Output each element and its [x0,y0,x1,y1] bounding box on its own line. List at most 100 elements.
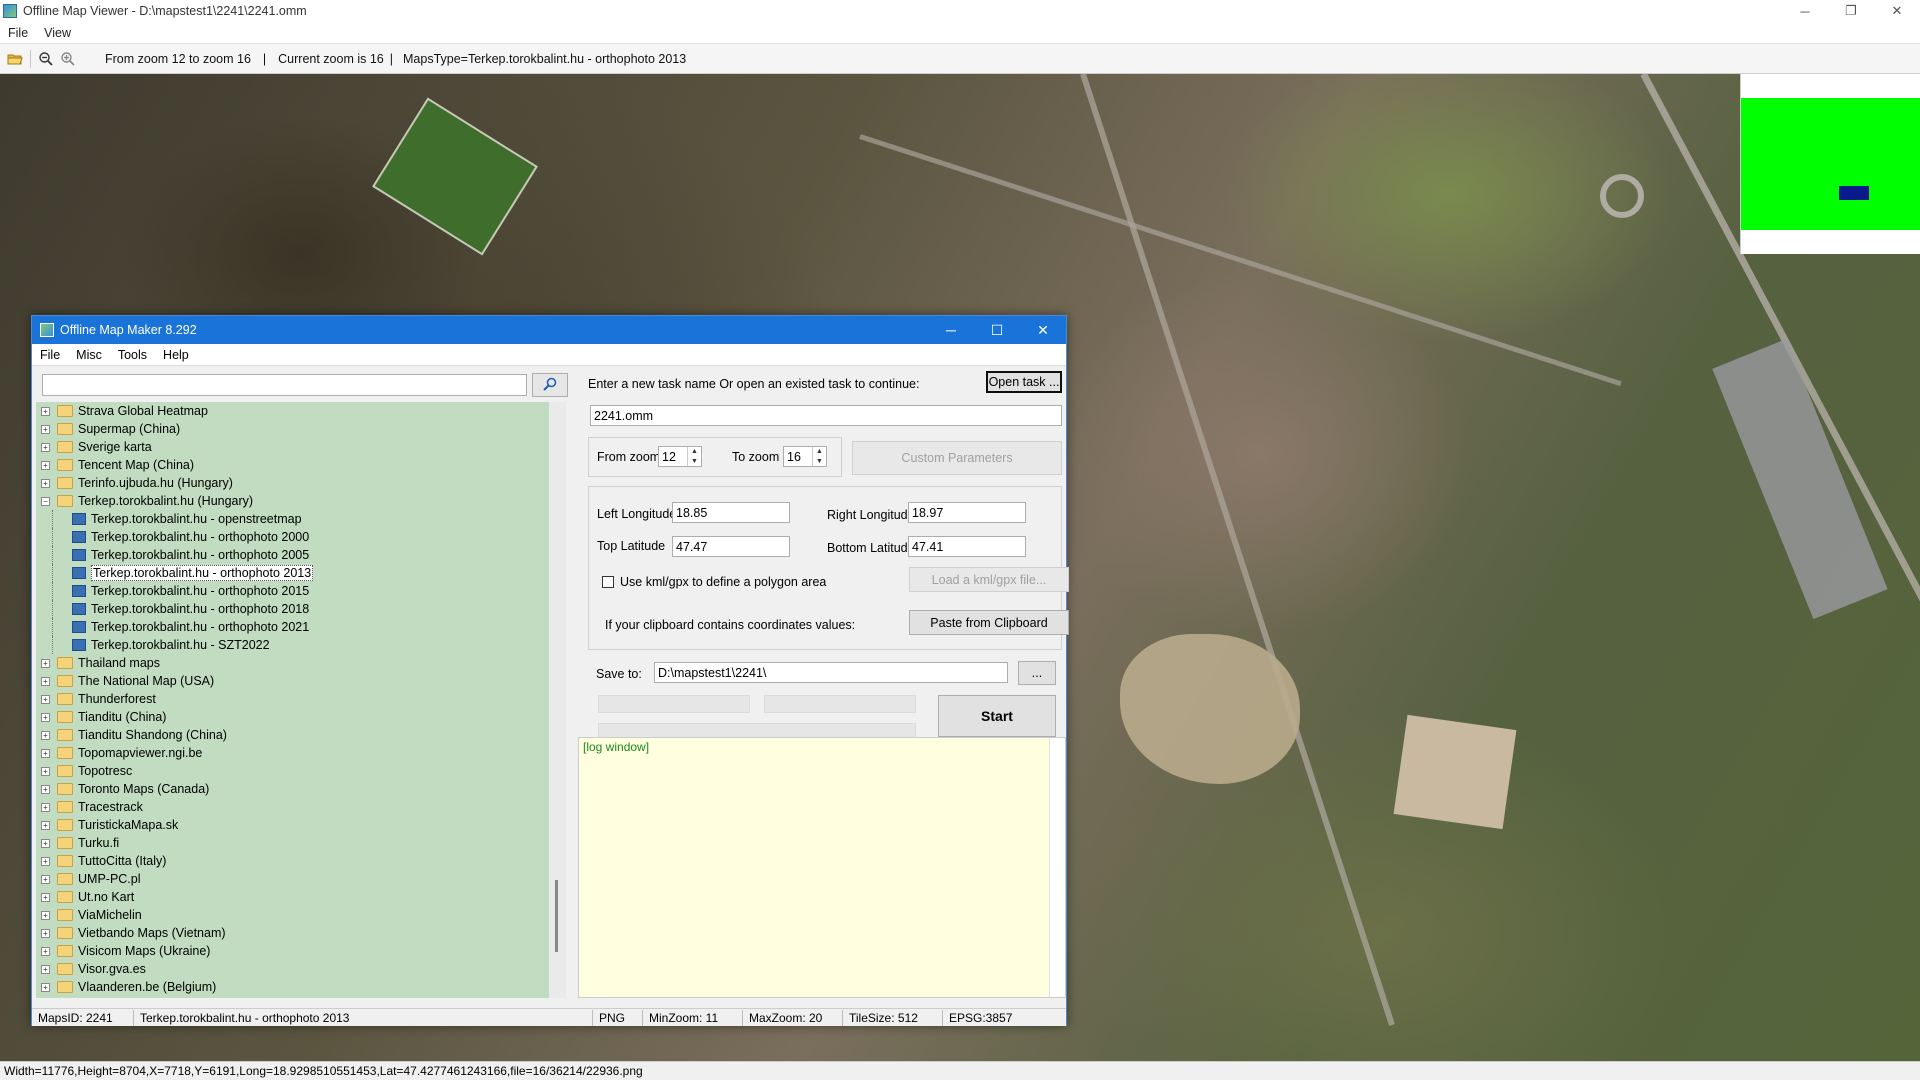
restore-button[interactable]: ❐ [1828,0,1874,22]
tree-folder-item[interactable]: + Topotresc [36,762,566,780]
tree-folder-item[interactable]: + TuristickaMapa.sk [36,816,566,834]
expand-icon[interactable]: + [41,442,50,452]
tree-folder-item[interactable]: + Tianditu (China) [36,708,566,726]
expand-icon[interactable]: + [41,982,50,992]
expand-icon[interactable]: + [41,928,50,938]
from-zoom-spinner[interactable]: 12 ▲ ▼ [658,446,702,467]
top-latitude-input[interactable]: 47.47 [672,536,790,557]
expand-icon[interactable]: + [41,478,50,488]
tree-folder-item[interactable]: + The National Map (USA) [36,672,566,690]
tree-map-item[interactable]: Terkep.torokbalint.hu - orthophoto 2021 [36,618,566,636]
spin-down-icon[interactable]: ▼ [813,457,826,467]
open-folder-icon[interactable] [4,48,26,70]
tree-map-item[interactable]: Terkep.torokbalint.hu - openstreetmap [36,510,566,528]
task-name-input[interactable]: 2241.omm [590,405,1062,426]
expand-icon[interactable]: + [41,856,50,866]
tree-folder-item[interactable]: + UMP-PC.pl [36,870,566,888]
expand-icon[interactable]: + [41,838,50,848]
tree-folder-item[interactable]: + Sverige karta [36,438,566,456]
expand-icon[interactable]: + [41,748,50,758]
kml-polygon-checkbox[interactable] [602,576,614,588]
tree-folder-item[interactable]: + Thailand maps [36,654,566,672]
spin-up-icon[interactable]: ▲ [813,447,826,457]
tree-folder-item[interactable]: + Ut.no Kart [36,888,566,906]
dialog-menu-misc[interactable]: Misc [68,348,110,362]
dialog-menu-help[interactable]: Help [155,348,197,362]
expand-icon[interactable]: + [41,406,50,416]
map-search-input[interactable] [42,374,527,396]
expand-icon[interactable]: + [41,820,50,830]
tree-map-item[interactable]: Terkep.torokbalint.hu - orthophoto 2018 [36,600,566,618]
tree-map-item[interactable]: Terkep.torokbalint.hu - orthophoto 2015 [36,582,566,600]
expand-icon[interactable]: + [41,874,50,884]
tree-folder-item[interactable]: − Terkep.torokbalint.hu (Hungary) [36,492,566,510]
tree-folder-item[interactable]: + Vietbando Maps (Vietnam) [36,924,566,942]
to-zoom-arrows[interactable]: ▲ ▼ [812,447,826,466]
expand-icon[interactable]: + [41,712,50,722]
tree-folder-item[interactable]: + TuttoCitta (Italy) [36,852,566,870]
tree-map-item[interactable]: Terkep.torokbalint.hu - orthophoto 2013 [36,564,566,582]
bottom-latitude-input[interactable]: 47.41 [908,536,1026,557]
load-kml-button[interactable]: Load a kml/gpx file... [909,567,1069,592]
tree-scrollbar-thumb[interactable] [555,880,558,952]
expand-icon[interactable]: + [41,658,50,668]
expand-icon[interactable]: + [41,424,50,434]
tree-map-item[interactable]: Terkep.torokbalint.hu - SZT2022 [36,636,566,654]
expand-icon[interactable]: + [41,910,50,920]
tree-folder-item[interactable]: + Tracestrack [36,798,566,816]
map-source-tree[interactable]: + Strava Global Heatmap + Supermap (China) +… [36,402,566,998]
tree-folder-item[interactable]: + Visor.gva.es [36,960,566,978]
search-button[interactable] [532,373,568,397]
zoom-in-icon[interactable] [57,48,79,70]
expand-icon[interactable]: + [41,892,50,902]
log-window[interactable]: [log window] [578,737,1066,998]
tree-folder-item[interactable]: + Terinfo.ujbuda.hu (Hungary) [36,474,566,492]
tree-map-item[interactable]: Terkep.torokbalint.hu - orthophoto 2000 [36,528,566,546]
tree-folder-item[interactable]: + Topomapviewer.ngi.be [36,744,566,762]
right-longitude-input[interactable]: 18.97 [908,502,1026,523]
expand-icon[interactable]: + [41,694,50,704]
dialog-menu-tools[interactable]: Tools [110,348,155,362]
minimize-button[interactable]: ─ [1782,0,1828,22]
expand-icon[interactable]: + [41,676,50,686]
tree-folder-item[interactable]: + Vlaanderen.be (Belgium) [36,978,566,996]
browse-folder-button[interactable]: ... [1018,661,1056,685]
tree-folder-item[interactable]: + Strava Global Heatmap [36,402,566,420]
expand-icon[interactable]: + [41,730,50,740]
tree-folder-item[interactable]: + Visicom Maps (Ukraine) [36,942,566,960]
menu-file[interactable]: File [0,26,36,40]
log-scrollbar[interactable] [1049,738,1065,997]
tree-folder-item[interactable]: + Supermap (China) [36,420,566,438]
save-path-input[interactable]: D:\mapstest1\2241\ [654,662,1008,683]
tree-folder-item[interactable]: + Turku.fi [36,834,566,852]
overview-minimap[interactable] [1740,74,1920,254]
tree-folder-item[interactable]: + Toronto Maps (Canada) [36,780,566,798]
custom-parameters-button[interactable]: Custom Parameters [852,441,1062,475]
to-zoom-spinner[interactable]: 16 ▲ ▼ [783,446,827,467]
close-button[interactable]: ✕ [1874,0,1920,22]
dialog-minimize-button[interactable]: ─ [928,316,974,344]
expand-icon[interactable]: + [41,784,50,794]
expand-icon[interactable]: + [41,460,50,470]
tree-map-item[interactable]: Terkep.torokbalint.hu - orthophoto 2005 [36,546,566,564]
zoom-out-icon[interactable] [35,48,57,70]
tree-folder-item[interactable]: + Tianditu Shandong (China) [36,726,566,744]
tree-scrollbar[interactable] [549,402,566,998]
paste-clipboard-button[interactable]: Paste from Clipboard [909,610,1069,635]
tree-folder-item[interactable]: + Tencent Map (China) [36,456,566,474]
collapse-icon[interactable]: − [41,496,50,506]
start-button[interactable]: Start [938,695,1056,737]
expand-icon[interactable]: + [41,766,50,776]
dialog-maximize-button[interactable]: ☐ [974,316,1020,344]
open-task-button[interactable]: Open task ... [986,371,1062,393]
dialog-close-button[interactable]: ✕ [1020,316,1066,344]
spin-down-icon[interactable]: ▼ [688,457,701,467]
expand-icon[interactable]: + [41,802,50,812]
tree-folder-item[interactable]: + ViaMichelin [36,906,566,924]
spin-up-icon[interactable]: ▲ [688,447,701,457]
expand-icon[interactable]: + [41,964,50,974]
tree-folder-item[interactable]: + Thunderforest [36,690,566,708]
expand-icon[interactable]: + [41,946,50,956]
dialog-menu-file[interactable]: File [32,348,68,362]
left-longitude-input[interactable]: 18.85 [672,502,790,523]
